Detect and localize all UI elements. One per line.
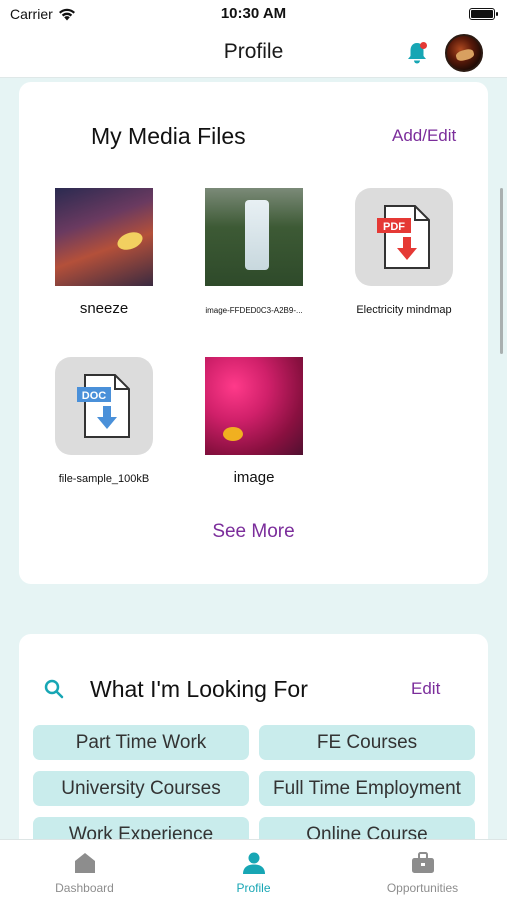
media-item-label: file-sample_100kB — [58, 473, 150, 485]
media-item-label: image — [233, 469, 275, 486]
edit-link[interactable]: Edit — [411, 679, 440, 699]
avatar[interactable] — [445, 34, 483, 72]
media-item-image-ffded0c3[interactable]: image-FFDED0C3-A2B9-... — [199, 188, 309, 315]
status-time: 10:30 AM — [220, 5, 287, 22]
interest-tag: Full Time Employment — [259, 771, 475, 806]
media-item-label: image-FFDED0C3-A2B9-... — [205, 306, 303, 315]
interest-tag: FE Courses — [259, 725, 475, 760]
status-bar: Carrier 10:30 AM — [0, 0, 507, 30]
media-files-title: My Media Files — [91, 123, 246, 149]
media-item-label: Electricity mindmap — [356, 304, 452, 316]
media-item-label: sneeze — [79, 300, 129, 317]
image-thumbnail — [205, 188, 303, 286]
home-icon — [74, 853, 95, 873]
tab-label: Opportunities — [386, 881, 459, 895]
media-item-sneeze[interactable]: sneeze — [49, 188, 159, 317]
person-icon — [242, 852, 265, 874]
search-icon — [44, 679, 64, 699]
tab-bar: Dashboard Profile Opportunities — [0, 839, 507, 900]
tab-label: Profile — [236, 881, 271, 895]
pdf-icon: PDF — [377, 205, 430, 269]
tab-dashboard[interactable]: Dashboard — [0, 840, 169, 900]
svg-text:PDF: PDF — [383, 221, 405, 233]
battery-icon — [469, 8, 498, 20]
doc-file-tile: DOC — [55, 357, 153, 455]
pdf-file-tile: PDF — [355, 188, 453, 286]
tab-label: Dashboard — [55, 881, 114, 895]
interest-tag: University Courses — [33, 771, 249, 806]
add-edit-link[interactable]: Add/Edit — [392, 126, 456, 146]
looking-for-title: What I'm Looking For — [90, 676, 308, 702]
media-item-image[interactable]: image — [199, 357, 309, 486]
page-title: Profile — [223, 40, 284, 63]
notification-dot — [420, 42, 427, 49]
svg-text:DOC: DOC — [82, 390, 107, 402]
briefcase-icon — [411, 852, 434, 873]
tab-profile[interactable]: Profile — [169, 840, 338, 900]
scrollbar[interactable] — [500, 188, 503, 354]
see-more-link[interactable]: See More — [19, 521, 488, 543]
interest-tag: Part Time Work — [33, 725, 249, 760]
tab-opportunities[interactable]: Opportunities — [338, 840, 507, 900]
media-item-file-sample[interactable]: DOC file-sample_100kB — [49, 357, 159, 485]
media-files-card: My Media Files Add/Edit sneeze image-FFD… — [19, 82, 488, 584]
doc-icon: DOC — [77, 374, 130, 438]
image-thumbnail — [205, 357, 303, 455]
media-item-electricity-mindmap[interactable]: PDF Electricity mindmap — [349, 188, 459, 316]
image-thumbnail — [55, 188, 153, 286]
nav-header: Profile — [0, 30, 507, 78]
